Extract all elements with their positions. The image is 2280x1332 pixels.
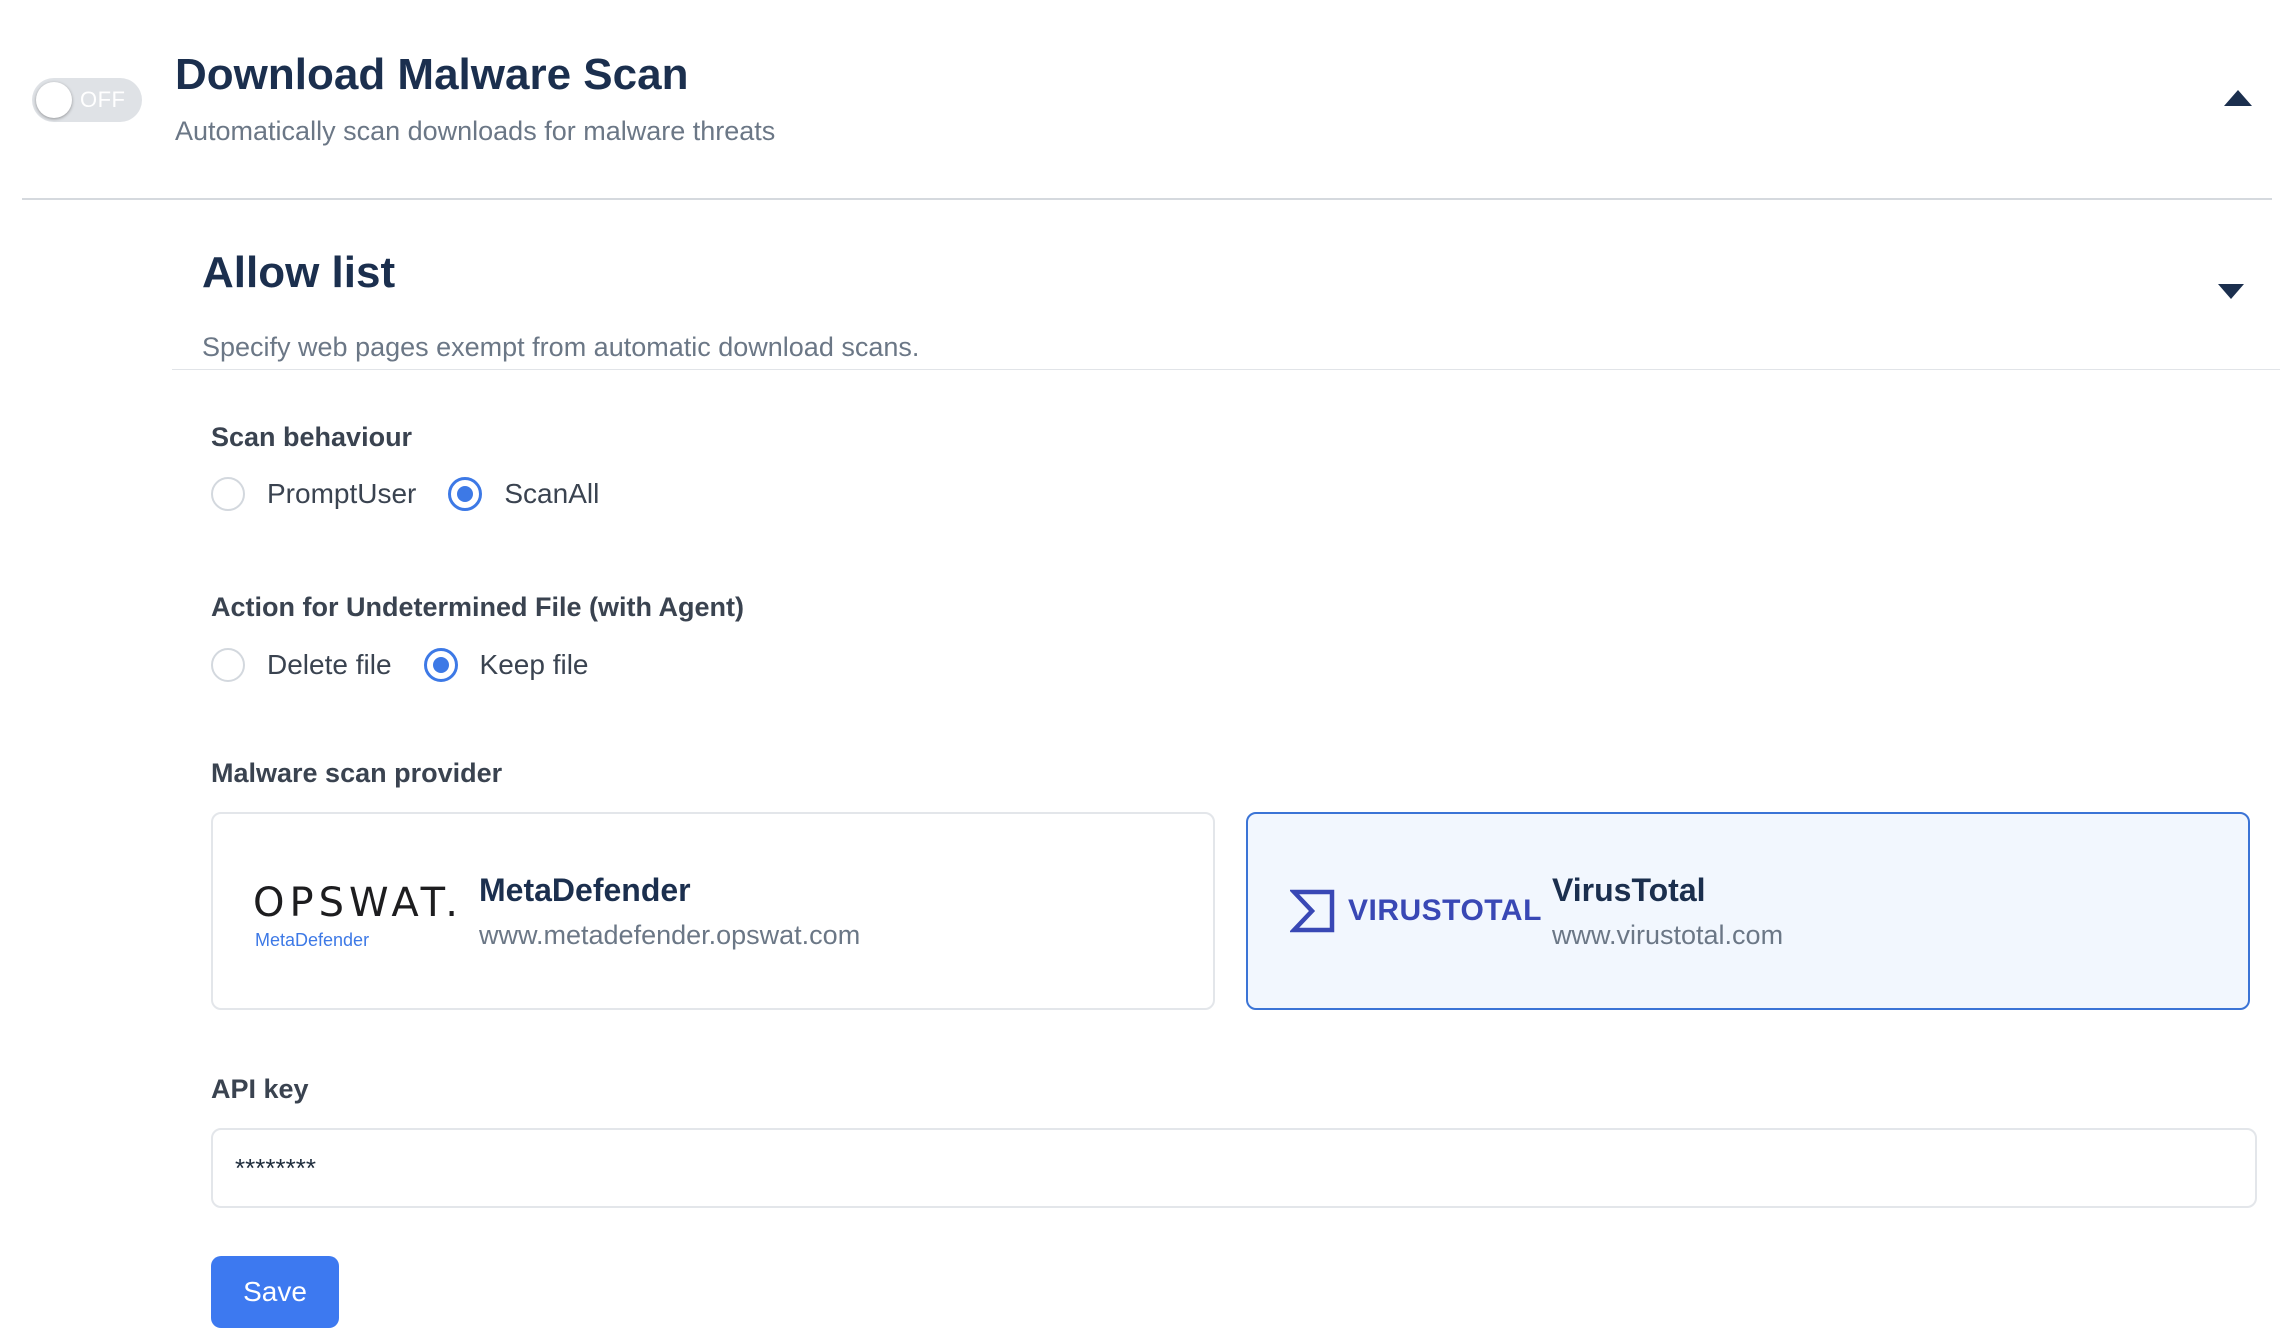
feature-header: OFF Download Malware Scan Automatically … <box>0 0 2280 200</box>
save-button[interactable]: Save <box>211 1256 339 1328</box>
radio-option-delete-file[interactable]: Delete file <box>211 648 392 682</box>
radio-label-delete-file: Delete file <box>267 649 392 680</box>
undetermined-action-label: Action for Undetermined File (with Agent… <box>211 592 744 622</box>
page-subtitle: Automatically scan downloads for malware… <box>175 116 776 146</box>
chevron-up-icon[interactable] <box>2224 90 2252 106</box>
virustotal-sigma-icon <box>1290 889 1335 933</box>
radio-scanall[interactable] <box>448 477 483 511</box>
malware-scan-toggle[interactable]: OFF <box>32 78 142 122</box>
virustotal-logo-text: VIRUSTOTAL <box>1348 894 1542 927</box>
allow-list-divider <box>172 369 2280 370</box>
undetermined-action-radio-group: Delete file Keep file <box>211 645 620 685</box>
virustotal-logo: VIRUSTOTAL <box>1290 886 1541 936</box>
scan-behaviour-label: Scan behaviour <box>211 422 413 452</box>
chevron-down-icon[interactable] <box>2218 284 2244 299</box>
allow-list-subtitle: Specify web pages exempt from automatic … <box>202 332 920 362</box>
radio-promptuser[interactable] <box>211 477 245 511</box>
opswat-logo-subtext: MetaDefender <box>255 930 370 950</box>
allow-list-title[interactable]: Allow list <box>202 248 395 298</box>
page-title: Download Malware Scan <box>175 50 689 99</box>
radio-label-promptuser: PromptUser <box>267 478 417 509</box>
radio-label-scanall: ScanAll <box>504 478 600 509</box>
provider-url-virustotal: www.virustotal.com <box>1552 920 1784 950</box>
provider-card-virustotal[interactable]: VIRUSTOTAL VirusTotal www.virustotal.com <box>1246 812 2250 1010</box>
provider-card-metadefender[interactable]: OPSWAT. MetaDefender MetaDefender www.me… <box>211 812 1215 1010</box>
provider-url-metadefender: www.metadefender.opswat.com <box>479 920 861 950</box>
provider-name-virustotal: VirusTotal <box>1552 872 1706 908</box>
radio-option-keep-file[interactable]: Keep file <box>423 648 589 682</box>
radio-option-scanall[interactable]: ScanAll <box>448 477 599 511</box>
scan-behaviour-radio-group: PromptUser ScanAll <box>211 474 631 514</box>
opswat-logo: OPSWAT. MetaDefender <box>253 880 458 950</box>
radio-keep-file[interactable] <box>423 648 458 682</box>
toggle-knob <box>36 82 72 118</box>
provider-name-metadefender: MetaDefender <box>479 872 691 908</box>
header-divider <box>22 198 2272 200</box>
radio-option-promptuser[interactable]: PromptUser <box>211 477 416 511</box>
api-key-label: API key <box>211 1074 309 1104</box>
radio-label-keep-file: Keep file <box>479 649 589 680</box>
provider-label: Malware scan provider <box>211 758 503 788</box>
toggle-state-label: OFF <box>80 87 126 112</box>
opswat-logo-text: OPSWAT. <box>253 880 464 926</box>
api-key-input[interactable] <box>211 1128 2257 1208</box>
radio-delete-file[interactable] <box>211 648 245 682</box>
